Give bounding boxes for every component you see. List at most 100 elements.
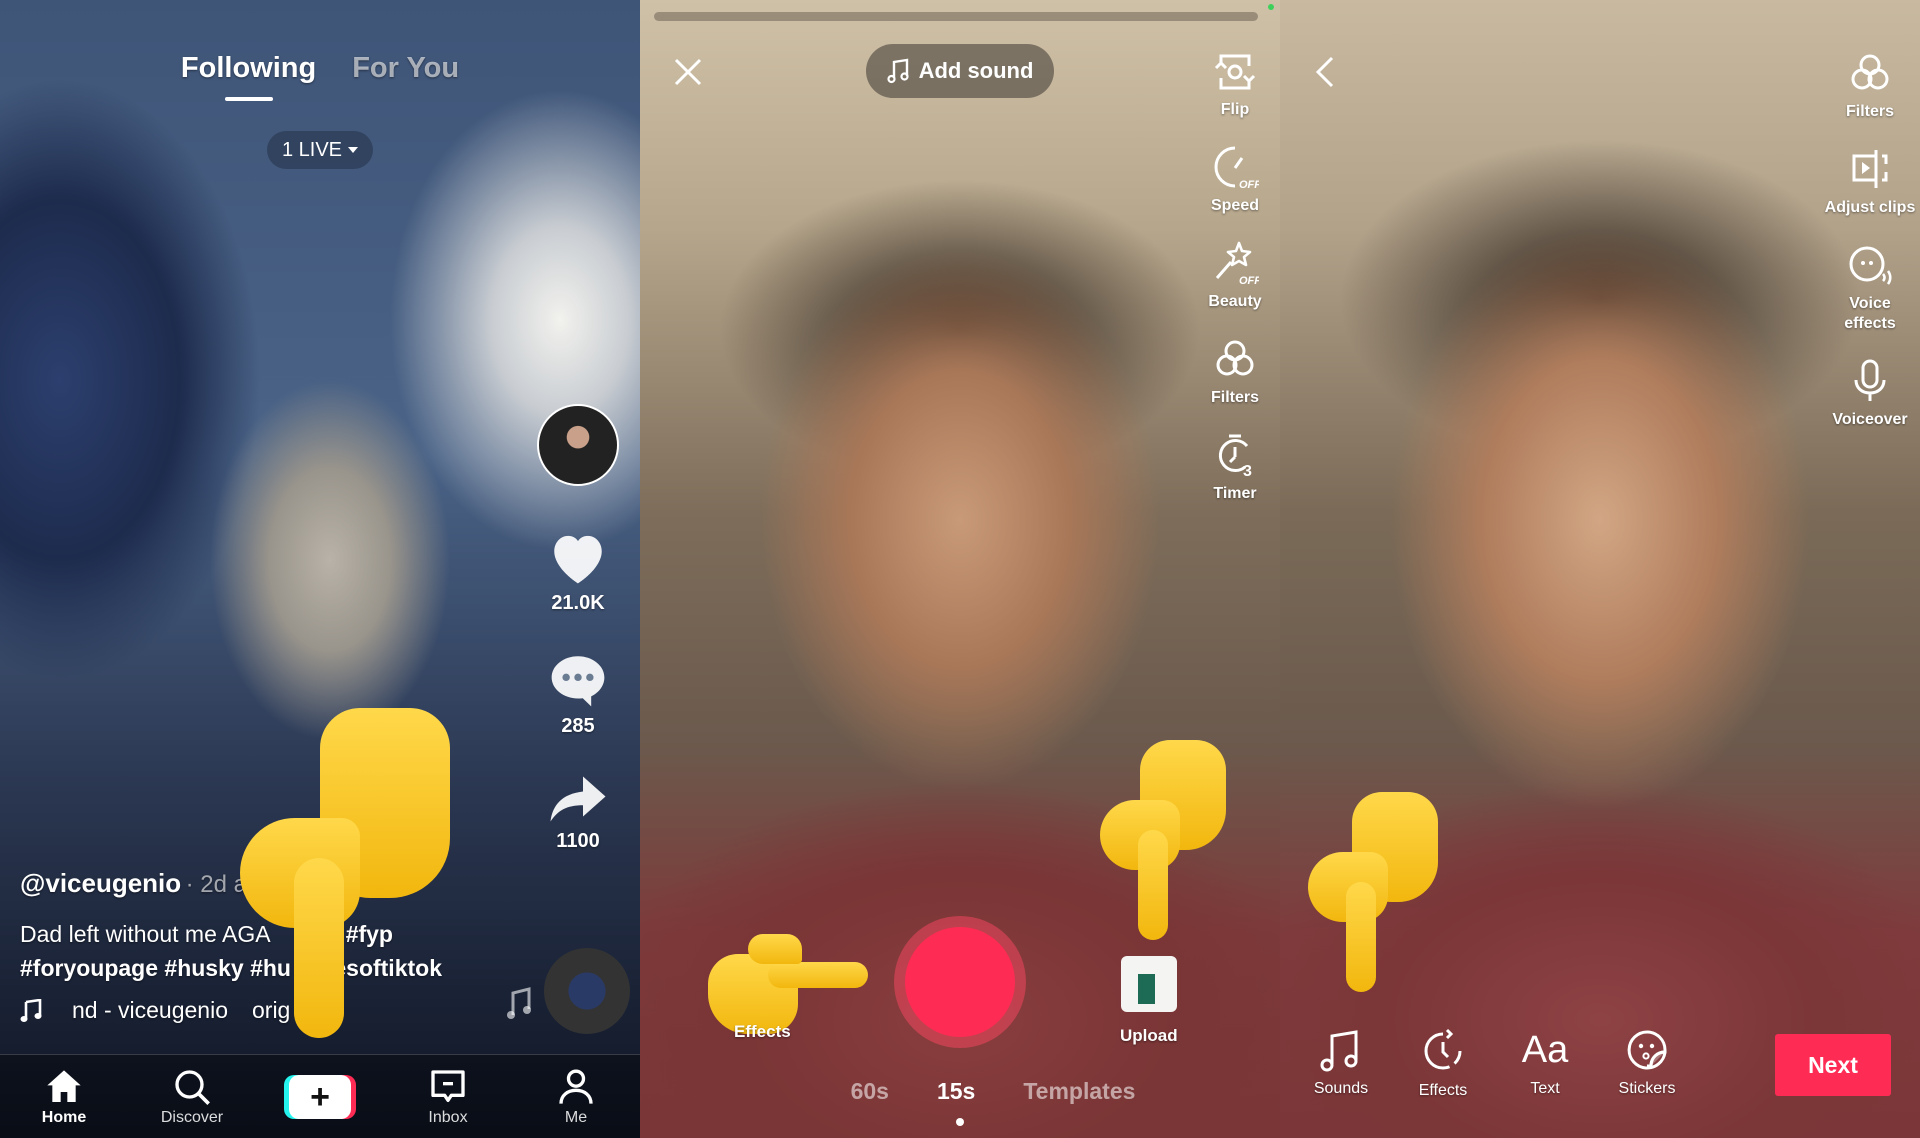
- microphone-icon: [1854, 359, 1886, 401]
- share-button[interactable]: 1100: [547, 774, 609, 853]
- record-button[interactable]: [894, 916, 1026, 1048]
- filters-icon: [1851, 54, 1889, 90]
- live-dropdown[interactable]: 1 LIVE: [267, 131, 373, 169]
- next-button[interactable]: Next: [1775, 1034, 1891, 1096]
- svg-text:OFF: OFF: [1239, 275, 1259, 286]
- pointing-right-hand: [708, 934, 868, 1034]
- pointing-down-hand: [1100, 740, 1230, 940]
- comment-button[interactable]: 285: [546, 651, 610, 738]
- share-count: 1100: [556, 830, 600, 852]
- voice-effects-button[interactable]: Voice effects: [1830, 242, 1910, 334]
- pointing-down-hand: [240, 708, 460, 1038]
- chevron-left-icon: [1315, 56, 1334, 88]
- nav-me-label: Me: [564, 1108, 588, 1126]
- like-count: 21.0K: [551, 592, 605, 614]
- plus-icon: +: [289, 1074, 351, 1119]
- adjust-clips-label: Adjust clips: [1824, 199, 1916, 216]
- text-icon: Aa: [1521, 1029, 1569, 1071]
- share-arrow-icon: [550, 776, 606, 822]
- timer-button[interactable]: 3 Timer: [1211, 432, 1259, 504]
- voiceover-button[interactable]: Voiceover: [1832, 358, 1908, 430]
- heart-icon: [554, 535, 602, 584]
- music-note-icon: [20, 998, 42, 1022]
- flip-camera-icon: [1214, 54, 1256, 90]
- editor-filters-button[interactable]: Filters: [1846, 50, 1894, 122]
- upload-button[interactable]: Upload: [1120, 956, 1178, 1046]
- music-note-icon: [1320, 1030, 1358, 1072]
- text-label: Text: [1530, 1080, 1560, 1097]
- search-icon: [175, 1069, 210, 1105]
- tab-following[interactable]: Following: [181, 52, 316, 85]
- filters-label: Filters: [1210, 389, 1259, 406]
- caret-down-icon: [348, 147, 359, 153]
- music-note-icon: [886, 58, 909, 84]
- mode-15s[interactable]: 15s: [937, 1078, 975, 1105]
- comment-count: 285: [561, 715, 595, 737]
- nav-home[interactable]: Home: [19, 1067, 109, 1127]
- close-icon: [674, 58, 702, 86]
- beauty-button[interactable]: OFF Beauty: [1208, 240, 1262, 312]
- record-progress-track: [654, 12, 1258, 21]
- voice-effects-label: Voice effects: [1844, 295, 1896, 332]
- beauty-wand-icon: OFF: [1215, 241, 1259, 286]
- post-username[interactable]: @viceugenio: [20, 868, 181, 898]
- tab-for-you[interactable]: For You: [352, 52, 459, 85]
- create-button[interactable]: +: [284, 1074, 356, 1119]
- adjust-clips-icon: [1852, 150, 1888, 188]
- editor-filters-label: Filters: [1845, 103, 1894, 120]
- effects-label: Effects: [1418, 1082, 1468, 1099]
- stickers-button[interactable]: Stickers: [1614, 1028, 1680, 1100]
- editor-tools: Filters Adjust clips Voice effects Voice…: [1820, 50, 1920, 454]
- stickers-label: Stickers: [1618, 1080, 1676, 1097]
- speed-icon: OFF: [1214, 146, 1259, 190]
- speed-button[interactable]: OFF Speed: [1211, 144, 1259, 216]
- mode-indicator-dot: [956, 1118, 964, 1126]
- creator-avatar[interactable]: [537, 404, 619, 486]
- nav-me[interactable]: Me: [531, 1067, 621, 1127]
- svg-text:OFF: OFF: [1239, 179, 1259, 190]
- home-icon: [47, 1069, 81, 1102]
- nav-discover[interactable]: Discover: [147, 1067, 237, 1127]
- nav-inbox-label: Inbox: [428, 1108, 468, 1126]
- side-actions: 21.0K 285 1100: [528, 404, 628, 853]
- add-sound-label: Add sound: [918, 58, 1034, 83]
- inbox-icon: [431, 1069, 465, 1102]
- close-button[interactable]: [668, 52, 708, 92]
- music-title: nd - viceugenio: [72, 997, 228, 1023]
- add-sound-button[interactable]: Add sound: [866, 44, 1054, 98]
- flip-label: Flip: [1220, 101, 1250, 118]
- nav-create[interactable]: +: [275, 1074, 365, 1119]
- camera-tools: Flip OFF Speed OFF Beauty Filters 3 Time…: [1190, 50, 1280, 528]
- description-text: Dad left without me AGA: [20, 921, 270, 947]
- text-button[interactable]: Aa Text: [1512, 1028, 1578, 1100]
- filters-button[interactable]: Filters: [1211, 336, 1259, 408]
- upload-label: Upload: [1120, 1026, 1178, 1045]
- speed-label: Speed: [1210, 197, 1259, 214]
- effects-button[interactable]: Effects: [1410, 1028, 1476, 1100]
- nav-inbox[interactable]: Inbox: [403, 1067, 493, 1127]
- comment-icon: [551, 656, 605, 707]
- mode-templates[interactable]: Templates: [1023, 1078, 1135, 1105]
- pointing-down-hand: [1308, 792, 1438, 992]
- sounds-button[interactable]: Sounds: [1308, 1028, 1374, 1100]
- timer-label: Timer: [1213, 485, 1257, 502]
- svg-text:3: 3: [1243, 463, 1252, 478]
- nav-discover-label: Discover: [160, 1108, 224, 1126]
- effects-button[interactable]: Effects: [734, 1022, 791, 1042]
- voice-effects-icon: [1849, 246, 1892, 285]
- flip-button[interactable]: Flip: [1211, 50, 1259, 120]
- adjust-clips-button[interactable]: Adjust clips: [1824, 146, 1916, 218]
- sounds-label: Sounds: [1313, 1080, 1369, 1097]
- feed-tabs: Following For You: [0, 52, 640, 85]
- beauty-label: Beauty: [1208, 293, 1262, 310]
- camera-indicator-dot: [1268, 4, 1274, 10]
- timer-icon: 3: [1218, 434, 1252, 478]
- record-dot: [905, 927, 1015, 1037]
- like-button[interactable]: 21.0K: [546, 528, 610, 615]
- editor-screen: Filters Adjust clips Voice effects Voice…: [1280, 0, 1920, 1138]
- editor-bottom-bar: Sounds Effects Aa Text Stickers: [1308, 1028, 1680, 1100]
- sound-disc[interactable]: [544, 948, 630, 1034]
- back-button[interactable]: [1310, 54, 1340, 90]
- mode-60s[interactable]: 60s: [851, 1078, 889, 1105]
- filters-icon: [1216, 340, 1254, 376]
